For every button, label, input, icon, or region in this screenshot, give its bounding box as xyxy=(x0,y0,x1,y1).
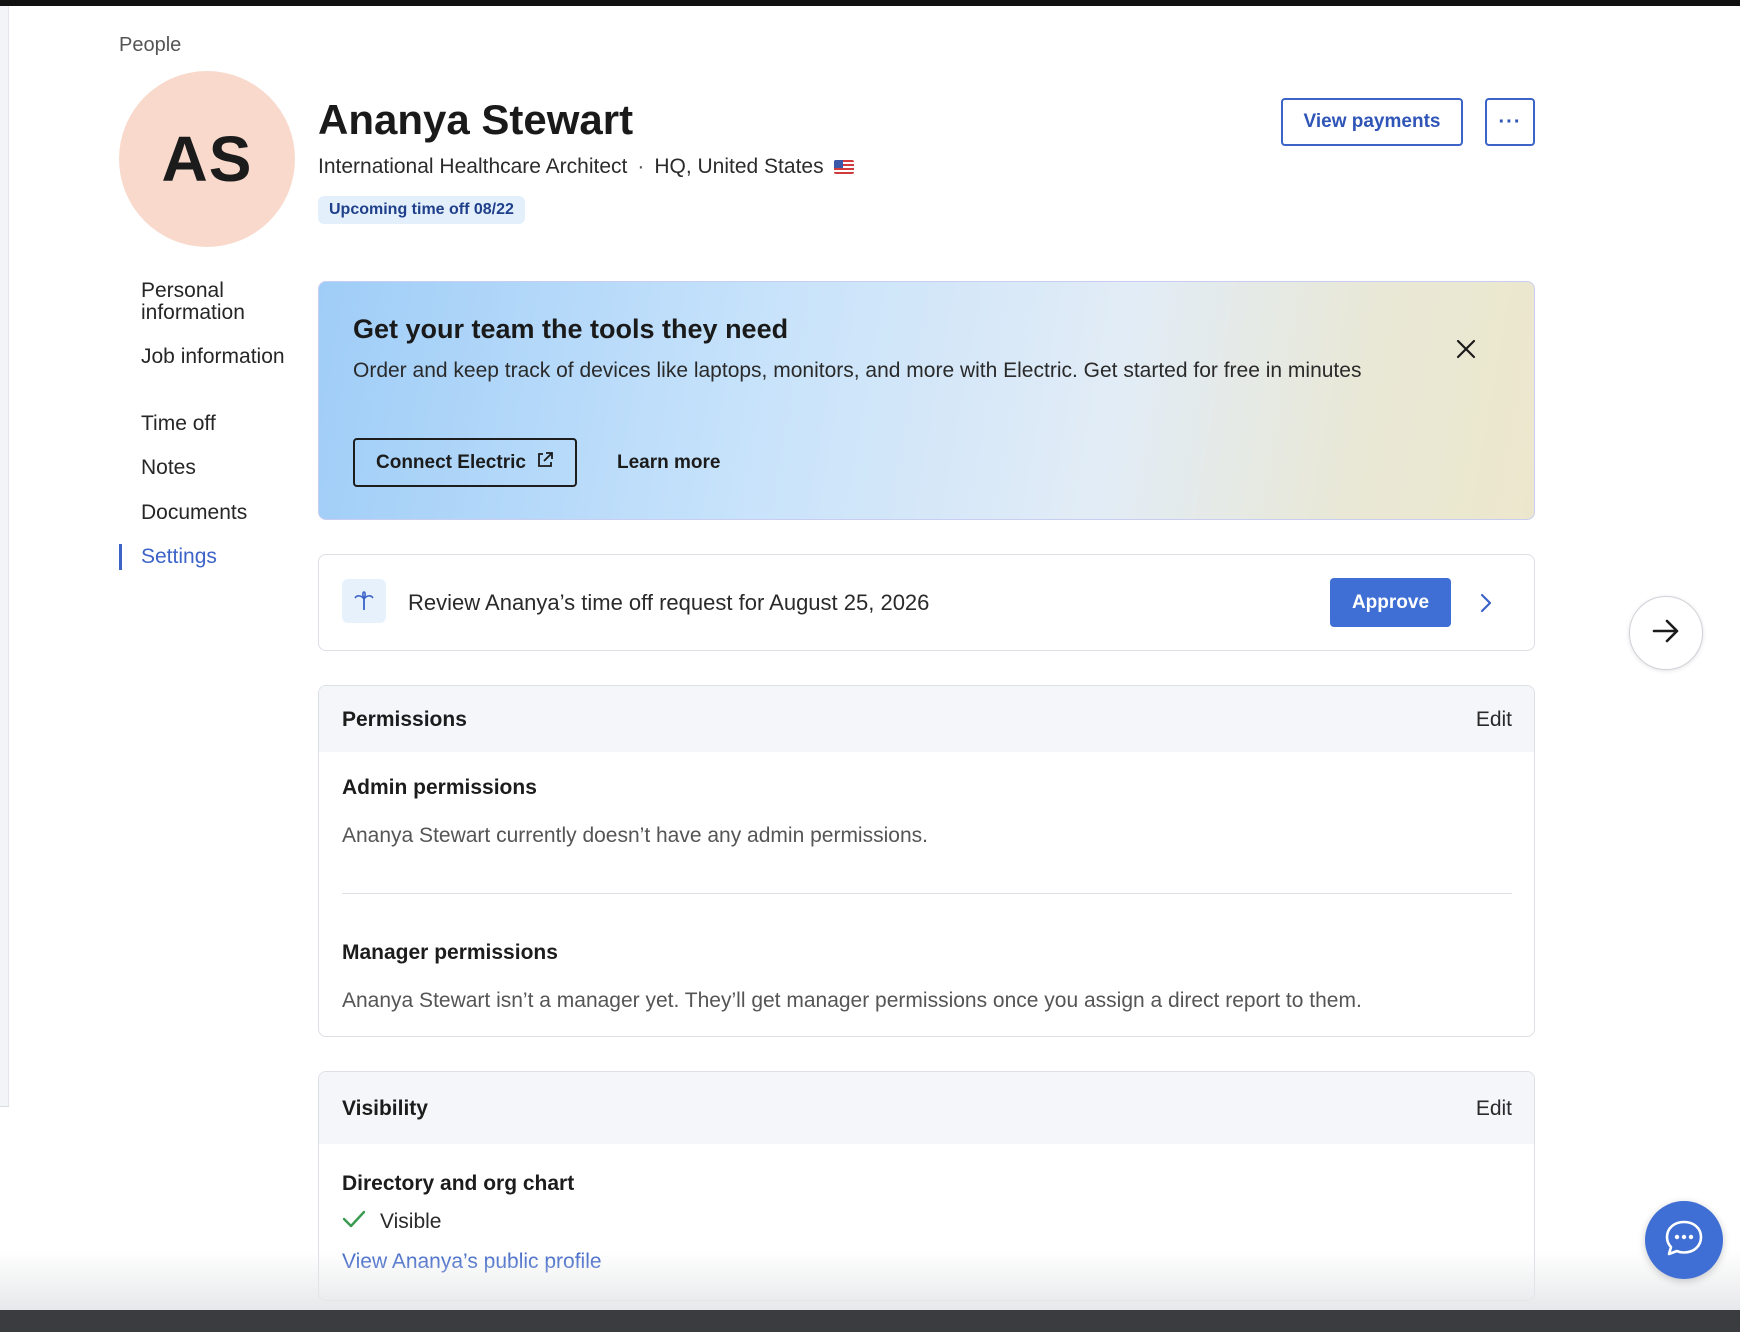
promo-title: Get your team the tools they need xyxy=(353,314,789,344)
visibility-status-label: Visible xyxy=(380,1210,442,1233)
permissions-divider xyxy=(342,893,1512,894)
public-profile-link[interactable]: View Ananya’s public profile xyxy=(342,1250,602,1274)
close-icon[interactable] xyxy=(1451,334,1481,364)
flag-us-icon xyxy=(833,160,854,174)
more-options-button[interactable]: ··· xyxy=(1485,98,1535,146)
profile-subtitle: International Healthcare Architect · HQ,… xyxy=(318,155,854,179)
connect-electric-label: Connect Electric xyxy=(376,451,526,473)
connect-electric-button[interactable]: Connect Electric xyxy=(353,438,577,487)
sidebar-item-settings[interactable]: Settings xyxy=(119,544,217,570)
time-off-review-card: Review Ananya’s time off request for Aug… xyxy=(318,554,1535,651)
visibility-header: Visibility Edit xyxy=(319,1072,1534,1144)
sidebar-item-job-information[interactable]: Job information xyxy=(119,346,291,368)
promo-banner: Get your team the tools they need Order … xyxy=(318,281,1535,520)
manager-permissions-text: Ananya Stewart isn’t a manager yet. They… xyxy=(342,989,1362,1012)
visibility-status: Visible xyxy=(342,1209,441,1235)
left-edge-divider xyxy=(0,1106,9,1107)
location: HQ, United States xyxy=(654,155,824,178)
page-title: Ananya Stewart xyxy=(318,96,634,143)
chevron-right-icon[interactable] xyxy=(1471,588,1501,618)
next-arrow-button[interactable] xyxy=(1629,596,1703,670)
sidebar-item-time-off[interactable]: Time off xyxy=(119,413,216,435)
sidebar-item-personal-information[interactable]: Personal information xyxy=(119,280,291,324)
sidebar-item-documents[interactable]: Documents xyxy=(119,502,247,524)
permissions-title: Permissions xyxy=(342,708,467,731)
visibility-card: Visibility Edit Directory and org chart … xyxy=(318,1071,1535,1301)
status-badge: Upcoming time off 08/22 xyxy=(318,196,525,224)
breadcrumb[interactable]: People xyxy=(119,34,181,57)
manager-permissions-heading: Manager permissions xyxy=(342,941,558,964)
permissions-header: Permissions Edit xyxy=(319,686,1534,752)
sidebar-item-notes[interactable]: Notes xyxy=(119,457,196,479)
chat-button[interactable] xyxy=(1645,1201,1723,1279)
avatar-initials: AS xyxy=(161,123,253,195)
view-payments-button[interactable]: View payments xyxy=(1281,98,1463,146)
job-title: International Healthcare Architect xyxy=(318,155,628,178)
avatar: AS xyxy=(119,71,295,247)
palm-tree-icon xyxy=(342,579,386,623)
chat-icon xyxy=(1663,1217,1705,1264)
admin-permissions-text: Ananya Stewart currently doesn’t have an… xyxy=(342,824,928,847)
approve-button[interactable]: Approve xyxy=(1330,578,1451,627)
admin-permissions-heading: Admin permissions xyxy=(342,776,537,799)
review-text: Review Ananya’s time off request for Aug… xyxy=(408,590,930,615)
visibility-edit-button[interactable]: Edit xyxy=(1476,1097,1512,1121)
permissions-edit-button[interactable]: Edit xyxy=(1476,708,1512,732)
check-icon xyxy=(342,1209,366,1235)
bottom-bar xyxy=(0,1310,1740,1332)
arrow-right-icon xyxy=(1651,618,1681,649)
separator: · xyxy=(637,155,645,178)
promo-text: Order and keep track of devices like lap… xyxy=(353,359,1362,382)
directory-heading: Directory and org chart xyxy=(342,1172,575,1195)
external-link-icon xyxy=(536,451,554,475)
visibility-title: Visibility xyxy=(342,1097,428,1120)
permissions-card: Permissions Edit Admin permissions Anany… xyxy=(318,685,1535,1037)
learn-more-link[interactable]: Learn more xyxy=(617,452,720,474)
left-edge-panel xyxy=(0,6,9,1106)
top-bar xyxy=(0,0,1740,6)
